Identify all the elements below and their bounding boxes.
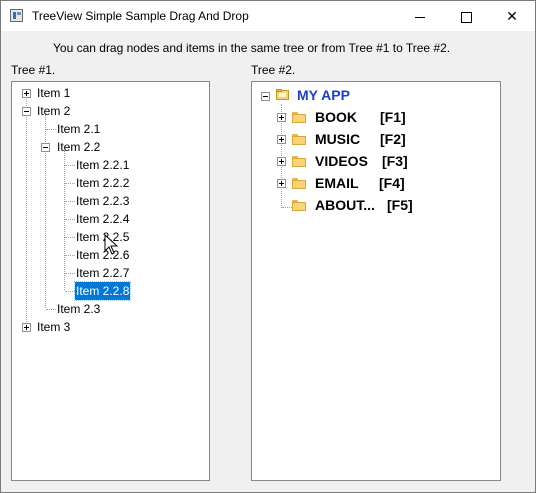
expand-icon[interactable] xyxy=(22,323,31,332)
expand-icon[interactable] xyxy=(277,157,286,166)
folder-icon xyxy=(292,178,306,189)
tree-line xyxy=(26,96,27,330)
tree1-item-2-2[interactable]: Item 2.2 xyxy=(57,138,100,156)
main-window: TreeView Simple Sample Drag And Drop ✕ Y… xyxy=(0,0,536,493)
maximize-button[interactable] xyxy=(443,1,489,31)
tree1-item-2-3[interactable]: Item 2.3 xyxy=(57,300,100,318)
title-bar[interactable]: TreeView Simple Sample Drag And Drop ✕ xyxy=(1,1,535,31)
tree2-item-book[interactable]: BOOK xyxy=(315,108,357,126)
tree-line xyxy=(65,255,75,256)
tree1-item-2-2-4[interactable]: Item 2.2.4 xyxy=(76,210,129,228)
tree2-item-about[interactable]: ABOUT... xyxy=(315,196,375,214)
tree-line xyxy=(65,237,75,238)
tree-line xyxy=(65,201,75,202)
tree-line xyxy=(64,150,65,290)
tree1-item-3[interactable]: Item 3 xyxy=(37,318,70,336)
tree2-item-email[interactable]: EMAIL xyxy=(315,174,359,192)
minimize-icon xyxy=(415,16,425,18)
tree1-item-2-2-2[interactable]: Item 2.2.2 xyxy=(76,174,129,192)
mouse-cursor-icon xyxy=(104,234,119,255)
expand-icon[interactable] xyxy=(22,89,31,98)
minimize-button[interactable] xyxy=(397,1,443,31)
expand-icon[interactable] xyxy=(277,113,286,122)
tree2-item-videos-key: [F3] xyxy=(382,153,408,169)
tree1-item-2-2-7[interactable]: Item 2.2.7 xyxy=(76,264,129,282)
tree-line xyxy=(65,273,75,274)
collapse-icon[interactable] xyxy=(41,143,50,152)
folder-icon xyxy=(292,200,306,211)
instructions-text: You can drag nodes and items in the same… xyxy=(53,41,451,55)
tree1-item-2-2-3[interactable]: Item 2.2.3 xyxy=(76,192,129,210)
window-title: TreeView Simple Sample Drag And Drop xyxy=(32,9,249,23)
tree2-panel[interactable]: MY APP BOOK [F1] MUSIC [F2] VIDEOS [F3] … xyxy=(251,81,501,481)
tree2-item-book-key: [F1] xyxy=(380,109,406,125)
collapse-icon[interactable] xyxy=(261,92,270,101)
tree2-label: Tree #2. xyxy=(251,63,296,77)
tree2-item-videos[interactable]: VIDEOS xyxy=(315,152,368,170)
tree2-root-my-app[interactable]: MY APP xyxy=(297,86,350,104)
tree1-item-2-2-5[interactable]: Item 2.2.5 xyxy=(76,228,129,246)
close-icon: ✕ xyxy=(506,8,518,24)
folder-icon xyxy=(292,134,306,145)
close-button[interactable]: ✕ xyxy=(489,1,535,31)
tree2-item-about-key: [F5] xyxy=(387,197,413,213)
app-icon xyxy=(10,9,23,22)
tree-line xyxy=(65,165,75,166)
tree1-item-2-1[interactable]: Item 2.1 xyxy=(57,120,100,138)
tree1-item-2-2-8-selected[interactable]: Item 2.2.8 xyxy=(73,281,132,301)
tree2-item-music-key: [F2] xyxy=(380,131,406,147)
tree-line xyxy=(46,129,56,130)
tree1-panel[interactable]: Item 1 Item 2 Item 2.1 Item 2.2 Item 2.2… xyxy=(11,81,210,481)
tree2-item-music[interactable]: MUSIC xyxy=(315,130,360,148)
root-folder-icon xyxy=(276,88,289,101)
tree1-item-2-2-1[interactable]: Item 2.2.1 xyxy=(76,156,129,174)
tree-line xyxy=(46,309,56,310)
tree2-item-email-key: [F4] xyxy=(379,175,405,191)
tree-line xyxy=(65,219,75,220)
tree1-label: Tree #1. xyxy=(11,63,56,77)
tree-line xyxy=(65,291,75,292)
tree1-item-1[interactable]: Item 1 xyxy=(37,84,70,102)
expand-icon[interactable] xyxy=(277,179,286,188)
folder-icon xyxy=(292,112,306,123)
folder-icon xyxy=(292,156,306,167)
expand-icon[interactable] xyxy=(277,135,286,144)
tree1-item-2[interactable]: Item 2 xyxy=(37,102,70,120)
tree1-item-2-2-6[interactable]: Item 2.2.6 xyxy=(76,246,129,264)
tree-line xyxy=(65,183,75,184)
collapse-icon[interactable] xyxy=(22,107,31,116)
maximize-icon xyxy=(460,11,472,23)
